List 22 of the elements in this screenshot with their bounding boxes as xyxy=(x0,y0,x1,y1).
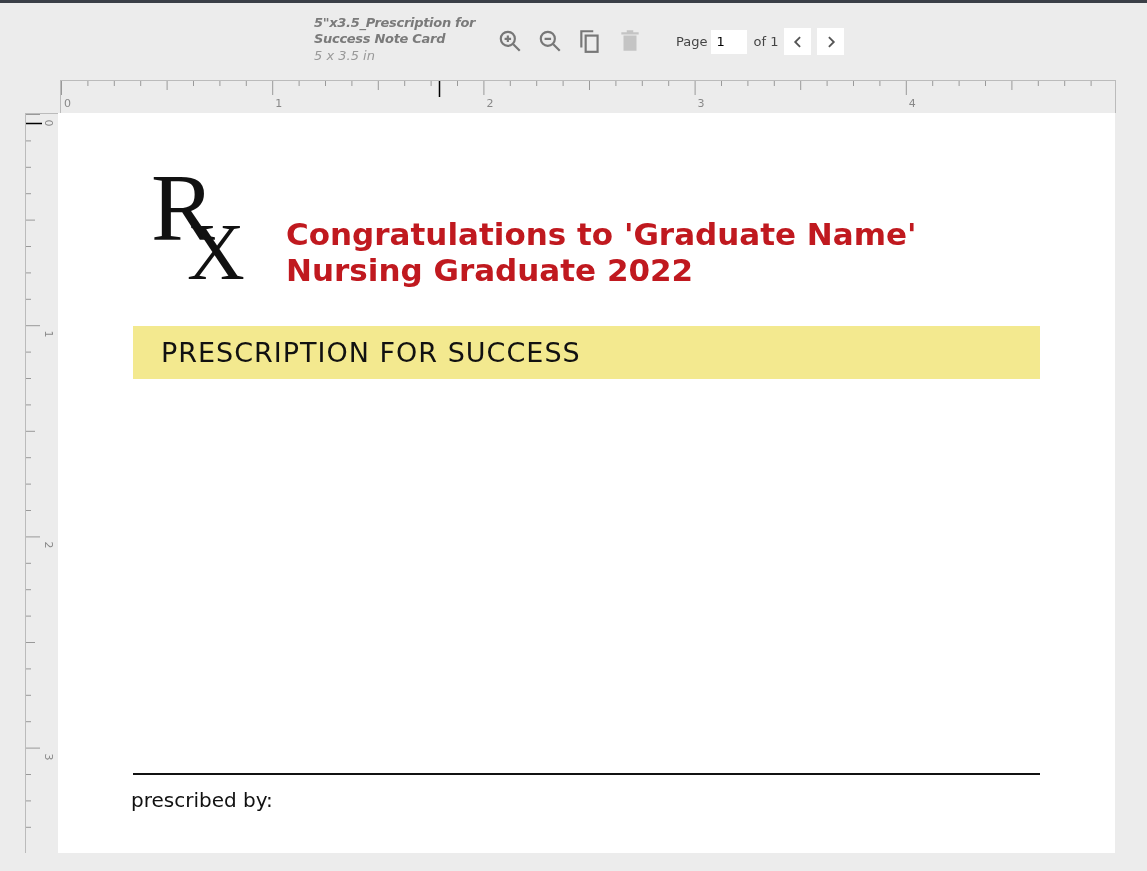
ruler-label: 3 xyxy=(697,97,705,110)
ruler-label: 0 xyxy=(41,119,54,127)
ruler-label: 4 xyxy=(908,97,916,110)
document-size: 5 x 3.5 in xyxy=(314,47,376,65)
page-count: of 1 xyxy=(753,34,779,49)
ruler-label: 0 xyxy=(64,97,71,110)
ruler-label: 2 xyxy=(486,97,494,110)
heading-line: Congratulations to 'Graduate Name' xyxy=(286,216,917,252)
ruler-label: 1 xyxy=(275,97,283,110)
page-input[interactable]: 1 xyxy=(711,29,748,54)
document-title: 5"x3.5_Prescription for Success Note Card xyxy=(314,15,477,47)
zoom-in-icon[interactable] xyxy=(497,28,523,54)
ruler-label: 1 xyxy=(41,330,54,338)
heading-line: Nursing Graduate 2022 xyxy=(286,252,695,288)
page-label: Page xyxy=(676,34,708,49)
ruler-label: 3 xyxy=(41,753,54,761)
next-page-button[interactable] xyxy=(817,28,845,55)
zoom-out-icon[interactable] xyxy=(537,28,563,54)
signature-label: prescribed by: xyxy=(131,787,274,813)
ruler-label: 2 xyxy=(41,541,54,549)
banner-text: PRESCRIPTION FOR SUCCESS xyxy=(161,337,581,368)
previous-page-button[interactable] xyxy=(784,28,812,55)
